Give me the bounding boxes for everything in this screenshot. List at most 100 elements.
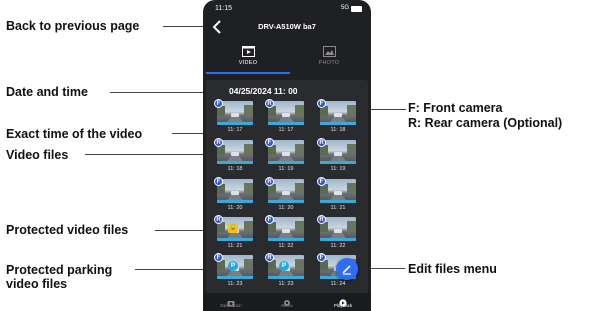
thumbnail-detail bbox=[295, 259, 304, 270]
video-file-item[interactable]: R 11: 19 bbox=[317, 138, 356, 173]
video-time: 11: 19 bbox=[330, 166, 346, 172]
status-time: 11:15 bbox=[215, 5, 232, 12]
rear-camera-badge: R bbox=[265, 99, 274, 108]
video-time: 11: 18 bbox=[330, 127, 346, 133]
callout-exact-time: Exact time of the video bbox=[6, 127, 143, 141]
thumbnail-detail bbox=[347, 221, 356, 232]
rear-camera-badge: R bbox=[317, 138, 326, 147]
thumbnail-detail bbox=[217, 238, 253, 241]
nav-menu[interactable]: Menu bbox=[259, 293, 315, 311]
top-bar: DRV-A510W ba7 bbox=[203, 16, 371, 38]
video-time: 11: 18 bbox=[227, 166, 243, 172]
nav-label: Menu bbox=[281, 303, 293, 308]
thumbnail-detail bbox=[268, 161, 304, 164]
tab-video-label: VIDEO bbox=[238, 60, 258, 66]
thumbnail-detail bbox=[334, 229, 342, 233]
thumbnail-detail bbox=[320, 161, 356, 164]
thumbnail-detail bbox=[244, 183, 253, 194]
thumbnail-detail bbox=[282, 113, 290, 117]
thumbnail-detail bbox=[295, 144, 304, 155]
callout-protected-parking-2: video files bbox=[6, 277, 68, 291]
thumbnail-detail bbox=[334, 152, 342, 156]
active-tab-indicator bbox=[206, 72, 290, 74]
thumbnail-detail bbox=[217, 276, 253, 279]
front-camera-badge: F bbox=[317, 177, 326, 186]
thumbnail-detail bbox=[295, 105, 304, 116]
callout-edit-menu: Edit files menu bbox=[408, 262, 497, 276]
thumbnail-detail bbox=[231, 191, 239, 195]
callout-rear-camera: R: Rear camera (Optional) bbox=[408, 116, 563, 130]
video-file-item[interactable]: F 11: 21 bbox=[317, 177, 356, 212]
leader-line bbox=[85, 154, 215, 155]
thumbnail-detail bbox=[282, 152, 290, 156]
tab-photo-label: PHOTO bbox=[318, 60, 340, 66]
edit-files-button[interactable] bbox=[336, 258, 358, 280]
video-file-item[interactable]: F P 11: 23 bbox=[214, 253, 253, 288]
dashcam-icon bbox=[227, 294, 235, 307]
playback-icon bbox=[339, 294, 347, 307]
video-file-item[interactable]: F 11: 22 bbox=[265, 215, 304, 250]
video-icon bbox=[242, 44, 255, 57]
rear-camera-badge: R bbox=[214, 215, 223, 224]
video-file-item[interactable]: R 11: 20 bbox=[265, 177, 304, 212]
callout-front-camera: F: Front camera bbox=[408, 101, 503, 115]
video-file-item[interactable]: R 11: 22 bbox=[317, 215, 356, 250]
thumbnail-detail bbox=[231, 152, 239, 156]
front-camera-badge: F bbox=[265, 138, 274, 147]
thumbnail-detail bbox=[217, 200, 253, 203]
thumbnail-detail bbox=[320, 122, 356, 125]
callout-date-time: Date and time bbox=[6, 85, 88, 99]
thumbnail-detail bbox=[320, 238, 356, 241]
nav-dash-cam[interactable]: Dash Cam bbox=[203, 293, 259, 311]
thumbnail-detail bbox=[347, 144, 356, 155]
bottom-nav: Dash Cam Menu Playback bbox=[203, 293, 371, 311]
nav-label: Playback bbox=[333, 303, 353, 308]
rear-camera-badge: R bbox=[265, 177, 274, 186]
callout-video-files: Video files bbox=[6, 148, 69, 162]
thumbnail-detail bbox=[244, 105, 253, 116]
thumbnail-detail bbox=[268, 238, 304, 241]
video-time: 11: 19 bbox=[278, 166, 294, 172]
thumbnail-detail bbox=[268, 276, 304, 279]
video-file-item[interactable]: F 11: 19 bbox=[265, 138, 304, 173]
front-camera-badge: F bbox=[317, 253, 326, 262]
front-camera-badge: F bbox=[214, 253, 223, 262]
video-time: 11: 17 bbox=[227, 127, 243, 133]
video-file-item[interactable]: R 11: 18 bbox=[214, 138, 253, 173]
nav-label: Dash Cam bbox=[220, 303, 242, 308]
thumbnail-detail bbox=[268, 122, 304, 125]
thumbnail-detail bbox=[295, 183, 304, 194]
tab-photo[interactable]: PHOTO bbox=[287, 40, 371, 74]
gear-icon bbox=[283, 294, 291, 306]
thumbnail-detail bbox=[244, 221, 253, 232]
video-file-item[interactable]: F 11: 18 bbox=[317, 99, 356, 134]
callout-protected-parking: Protected parking bbox=[6, 263, 113, 277]
battery-icon bbox=[351, 6, 362, 12]
device-title: DRV-A510W ba7 bbox=[258, 22, 316, 31]
thumbnail-detail bbox=[334, 191, 342, 195]
video-file-item[interactable]: F 11: 17 bbox=[214, 99, 253, 134]
tab-video[interactable]: VIDEO bbox=[206, 40, 290, 74]
thumbnail-detail bbox=[217, 122, 253, 125]
thumbnail-detail bbox=[334, 113, 342, 117]
protected-lock-icon: 🔒 bbox=[228, 223, 238, 233]
thumbnail-detail bbox=[282, 229, 290, 233]
thumbnail-detail bbox=[347, 183, 356, 194]
thumbnail-detail bbox=[231, 113, 239, 117]
network-indicator: 5G bbox=[340, 5, 349, 11]
video-file-item[interactable]: R 11: 17 bbox=[265, 99, 304, 134]
video-time: 11: 17 bbox=[278, 127, 294, 133]
thumbnail-detail bbox=[282, 191, 290, 195]
video-file-item[interactable]: F 11: 20 bbox=[214, 177, 253, 212]
nav-playback[interactable]: Playback bbox=[315, 293, 371, 311]
video-time: 11: 22 bbox=[330, 243, 346, 249]
video-time: 11: 20 bbox=[227, 205, 243, 211]
media-tabs: VIDEO PHOTO bbox=[203, 40, 371, 74]
callout-protected: Protected video files bbox=[6, 223, 129, 237]
video-time: 11: 22 bbox=[278, 243, 294, 249]
video-file-item[interactable]: R 🔒 11: 21 bbox=[214, 215, 253, 250]
video-file-item[interactable]: R P 11: 23 bbox=[265, 253, 304, 288]
front-camera-badge: F bbox=[317, 99, 326, 108]
status-bar: 11:15 5G bbox=[203, 0, 371, 16]
rear-camera-badge: R bbox=[214, 138, 223, 147]
